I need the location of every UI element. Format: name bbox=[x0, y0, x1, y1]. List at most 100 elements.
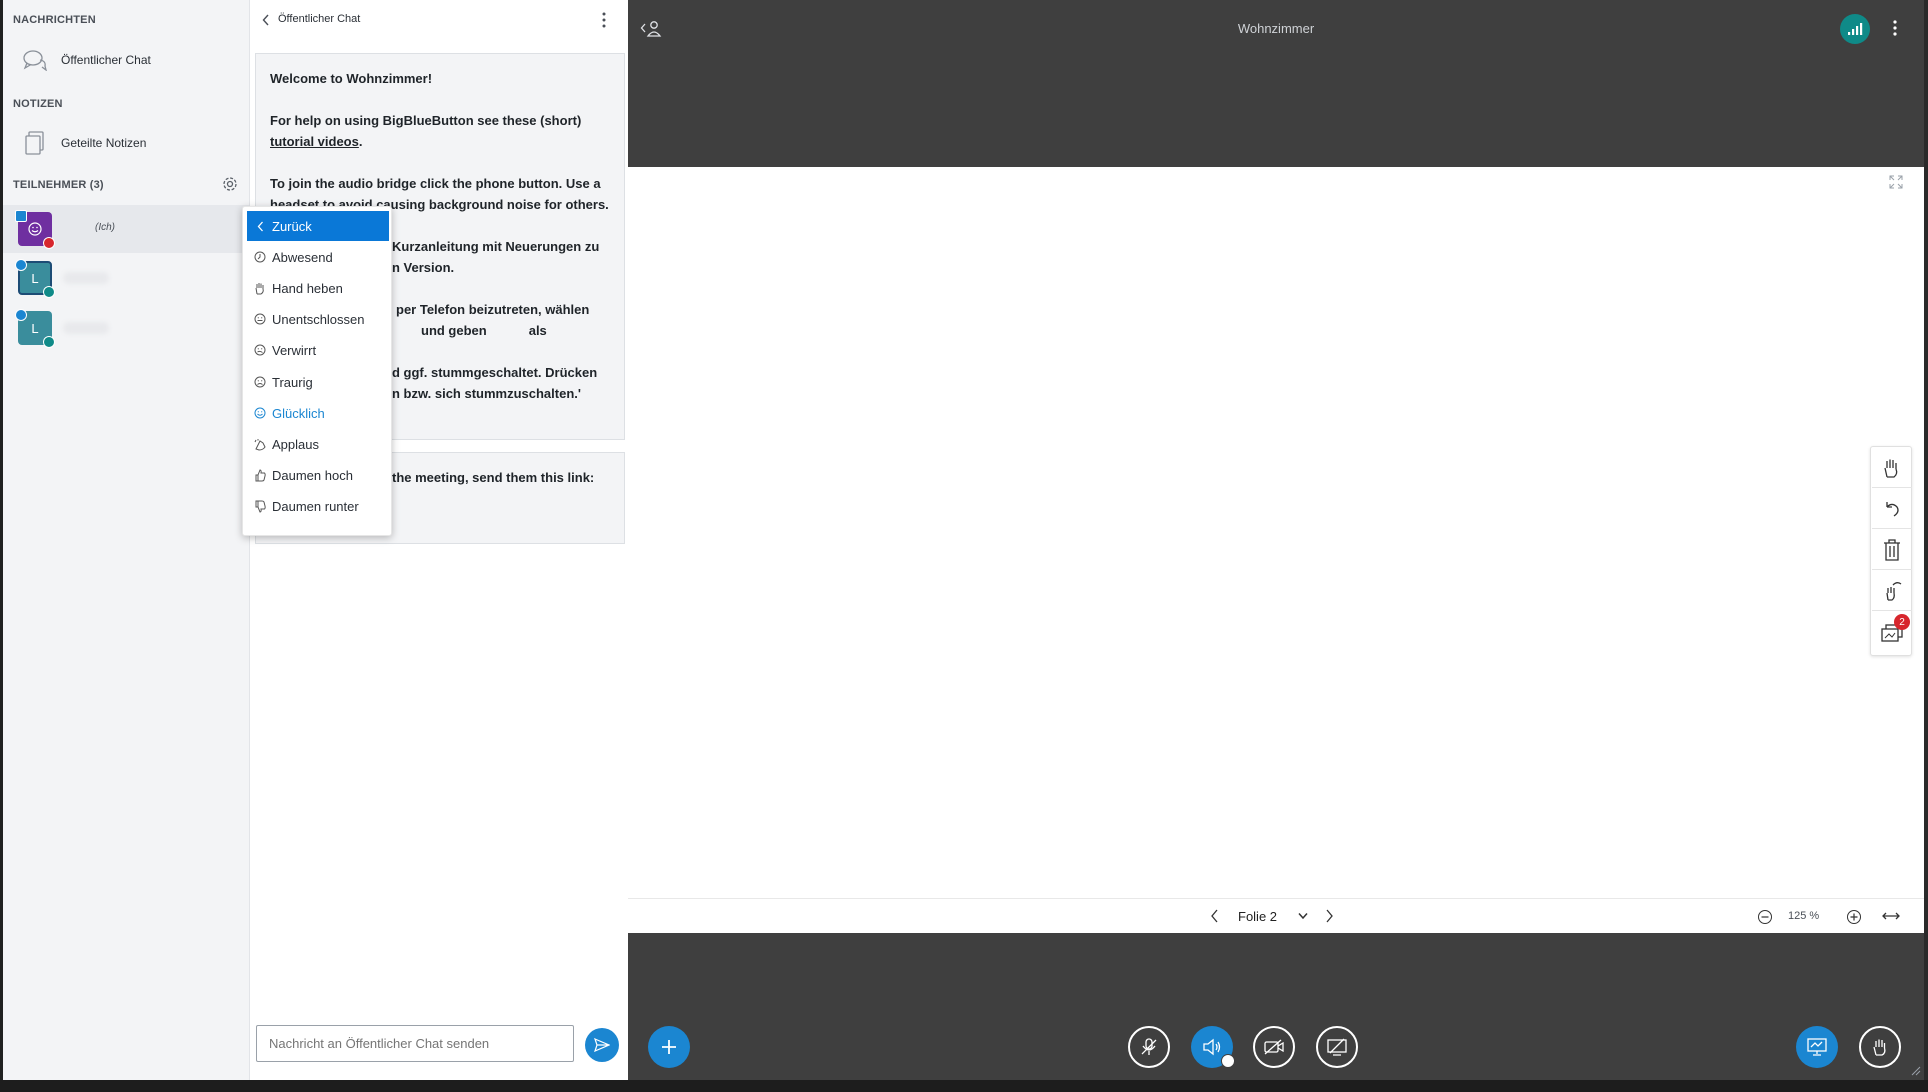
more-options-icon[interactable] bbox=[602, 12, 606, 28]
messages-section-title: NACHRICHTEN bbox=[13, 14, 96, 26]
menu-item-label: Unentschlossen bbox=[272, 311, 365, 327]
user-list-panel: NACHRICHTEN Öffentlicher Chat NOTIZEN Ge… bbox=[3, 0, 250, 1080]
menu-item-label: Daumen hoch bbox=[272, 467, 353, 483]
thumbs-down-icon bbox=[250, 499, 270, 513]
status-menu: Zurück Abwesend Hand heben Unentschlosse… bbox=[242, 206, 392, 536]
shared-notes-item[interactable]: Geteilte Notizen bbox=[3, 123, 249, 163]
phone-text-1: per Telefon beizutreten, wählen bbox=[396, 302, 590, 317]
share-screen-button[interactable] bbox=[1316, 1026, 1358, 1068]
zoom-level: 125 % bbox=[1788, 910, 1820, 922]
send-button[interactable] bbox=[585, 1028, 619, 1062]
notes-section-title: NOTIZEN bbox=[13, 98, 63, 110]
speaker-icon bbox=[1203, 1038, 1221, 1056]
chat-header: Öffentlicher Chat bbox=[250, 0, 628, 40]
menu-item-raise-hand[interactable]: Hand heben bbox=[247, 273, 389, 303]
help-text: For help on using BigBlueButton see thes… bbox=[270, 113, 582, 128]
share-webcam-button[interactable] bbox=[1253, 1026, 1295, 1068]
user-row[interactable]: L bbox=[3, 254, 249, 302]
hand-icon bbox=[1873, 1039, 1886, 1056]
next-slide-icon[interactable] bbox=[1325, 909, 1334, 923]
applause-icon bbox=[250, 437, 270, 451]
pan-tool-button[interactable] bbox=[1872, 448, 1912, 488]
confused-face-icon bbox=[250, 343, 270, 357]
muted-mic-icon bbox=[43, 237, 55, 249]
menu-item-thumbs-up[interactable]: Daumen hoch bbox=[247, 460, 389, 490]
blurred-user-name bbox=[63, 322, 109, 334]
screen-share-off-icon bbox=[1327, 1038, 1347, 1056]
menu-item-applause[interactable]: Applaus bbox=[247, 429, 389, 459]
undo-button[interactable] bbox=[1872, 489, 1912, 529]
blurred-user-name bbox=[63, 272, 109, 284]
menu-item-back[interactable]: Zurück bbox=[247, 211, 389, 241]
fullscreen-icon[interactable] bbox=[1889, 175, 1903, 189]
mute-text-2: n bzw. sich stummzuschalten.' bbox=[392, 386, 581, 401]
menu-item-label: Applaus bbox=[272, 436, 319, 452]
user-row-me[interactable]: (Ich) bbox=[3, 205, 249, 253]
welcome-prefix: Welcome to bbox=[270, 71, 347, 86]
slide-canvas[interactable] bbox=[628, 167, 1924, 933]
actions-button[interactable] bbox=[648, 1026, 690, 1068]
zoom-out-icon[interactable] bbox=[1757, 909, 1773, 925]
public-chat-item[interactable]: Öffentlicher Chat bbox=[3, 40, 249, 80]
neutral-face-icon bbox=[250, 312, 270, 326]
menu-item-sad[interactable]: Traurig bbox=[247, 367, 389, 397]
chat-icon bbox=[15, 40, 55, 80]
welcome-suffix: ! bbox=[427, 71, 433, 86]
room-title: Wohnzimmer bbox=[1237, 21, 1315, 36]
presentation-toggle-button[interactable] bbox=[1796, 1026, 1838, 1068]
clear-all-button[interactable] bbox=[1872, 530, 1912, 570]
raise-hand-button[interactable] bbox=[1859, 1026, 1901, 1068]
audio-icon bbox=[43, 336, 55, 348]
signal-bars-icon bbox=[1848, 23, 1863, 35]
help-end: . bbox=[358, 134, 363, 149]
fit-width-icon[interactable] bbox=[1882, 910, 1900, 922]
menu-item-confused[interactable]: Verwirrt bbox=[247, 335, 389, 365]
window-bottom-edge bbox=[0, 1080, 1928, 1092]
trash-icon bbox=[1884, 538, 1900, 561]
slide-selector[interactable]: Folie 2 bbox=[1238, 909, 1277, 924]
phone-text-2b: als bbox=[528, 323, 547, 338]
mute-microphone-button[interactable] bbox=[1128, 1026, 1170, 1068]
audio-icon bbox=[43, 286, 55, 298]
plus-icon bbox=[662, 1040, 676, 1054]
clock-icon bbox=[250, 250, 270, 264]
chat-panel: Öffentlicher Chat Welcome to Wohnzimmer!… bbox=[250, 0, 628, 1080]
window-edge bbox=[1924, 0, 1928, 1080]
menu-item-label: Glücklich bbox=[272, 405, 325, 421]
presentation-icon bbox=[1807, 1038, 1827, 1056]
more-options-icon[interactable] bbox=[1893, 20, 1897, 36]
menu-item-label: Traurig bbox=[272, 374, 313, 390]
chat-message-input[interactable] bbox=[256, 1025, 574, 1062]
zoom-in-icon[interactable] bbox=[1846, 909, 1862, 925]
user-row[interactable]: L bbox=[3, 304, 249, 352]
mute-text-1: d ggf. stummgeschaltet. Drücken bbox=[392, 365, 598, 380]
chevron-down-icon[interactable] bbox=[1298, 912, 1308, 920]
public-chat-label: Öffentlicher Chat bbox=[61, 53, 151, 67]
menu-item-happy[interactable]: Glücklich bbox=[247, 398, 389, 428]
participants-section-title: TEILNEHMER (3) bbox=[13, 179, 104, 191]
shared-notes-label: Geteilte Notizen bbox=[61, 136, 147, 150]
multi-user-button[interactable] bbox=[1872, 571, 1912, 611]
edit-icon bbox=[15, 309, 27, 321]
menu-item-undecided[interactable]: Unentschlossen bbox=[247, 304, 389, 334]
chevron-left-icon bbox=[250, 219, 270, 233]
menu-item-thumbs-down[interactable]: Daumen runter bbox=[247, 491, 389, 521]
notes-icon bbox=[15, 123, 55, 163]
hand-icon bbox=[250, 281, 270, 295]
menu-item-label: Daumen runter bbox=[272, 498, 359, 514]
tutorial-videos-link[interactable]: tutorial videos bbox=[270, 134, 359, 149]
menu-item-label: Zurück bbox=[272, 218, 312, 234]
send-icon bbox=[594, 1038, 610, 1052]
thumbs-up-icon bbox=[250, 468, 270, 482]
connection-status-button[interactable] bbox=[1840, 14, 1870, 44]
chevron-left-icon[interactable] bbox=[262, 14, 270, 26]
audio-options-icon[interactable] bbox=[1221, 1054, 1235, 1068]
gear-icon[interactable] bbox=[221, 175, 239, 193]
resize-handle-icon[interactable] bbox=[1909, 1064, 1921, 1076]
notification-badge: 2 bbox=[1894, 614, 1910, 630]
edit-icon bbox=[15, 259, 27, 271]
hand-icon bbox=[1884, 459, 1898, 478]
menu-item-away[interactable]: Abwesend bbox=[247, 242, 389, 272]
happy-face-icon bbox=[28, 222, 42, 236]
previous-slide-icon[interactable] bbox=[1210, 909, 1219, 923]
